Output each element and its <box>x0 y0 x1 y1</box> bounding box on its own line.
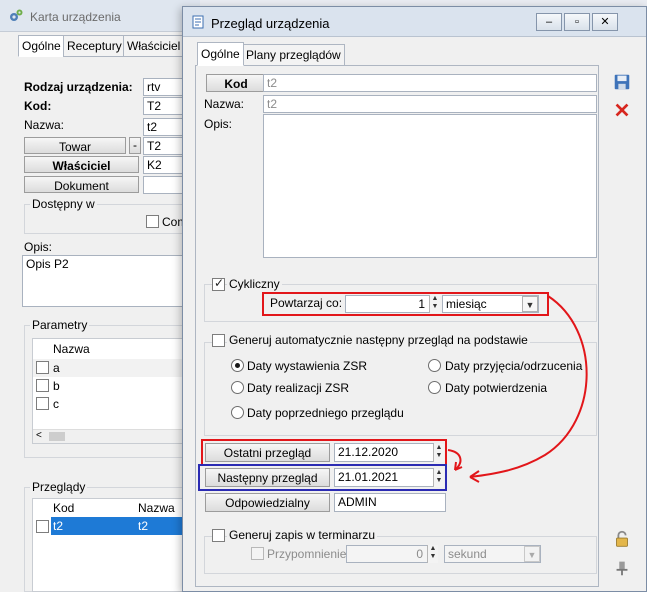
row-kod: t2 <box>53 519 64 533</box>
table-row[interactable]: b <box>33 377 199 395</box>
row-checkbox[interactable] <box>36 397 49 410</box>
cykliczny-label: Cykliczny <box>227 277 282 291</box>
background-window-title: Karta urządzenia <box>30 10 121 24</box>
dialog-title: Przegląd urządzenia <box>211 16 330 31</box>
tab-plany-przegladow[interactable]: Plany przeglądów <box>242 44 345 66</box>
gears-icon <box>10 9 23 21</box>
bg-tab-ogolne[interactable]: Ogólne <box>18 35 65 57</box>
parametry-label: Parametry <box>30 318 90 332</box>
scroll-left-icon[interactable]: < <box>36 430 42 441</box>
kod-field[interactable]: t2 <box>263 74 597 92</box>
radio-wystawienia-label: Daty wystawienia ZSR <box>247 359 368 373</box>
bg-opis-field[interactable]: Opis P2 <box>22 255 200 307</box>
terminarz-checkbox[interactable] <box>212 529 225 542</box>
dostepny-label: Dostępny w <box>30 197 97 211</box>
row-nazwa: t2 <box>138 519 149 533</box>
parametry-table: Nazwa a b c < <box>32 338 200 444</box>
nastepny-button[interactable]: Następny przegląd <box>205 468 330 487</box>
nastepny-spinner[interactable]: ▲ ▼ <box>433 469 444 487</box>
generuj-label: Generuj automatycznie następny przegląd … <box>227 333 530 347</box>
przeglady-header-kod: Kod <box>53 501 75 515</box>
przeglady-table: Kod Nazwa t2 t2 <box>32 498 200 592</box>
chevron-down-icon[interactable]: ▼ <box>524 546 540 562</box>
radio-poprzedniego-label: Daty poprzedniego przeglądu <box>247 406 404 420</box>
radio-wystawienia[interactable] <box>231 359 244 372</box>
ostatni-spinner[interactable]: ▲ ▼ <box>433 444 444 462</box>
opis-field[interactable] <box>263 114 597 258</box>
row-name: a <box>53 361 60 375</box>
chevron-down-icon[interactable]: ▼ <box>522 296 538 312</box>
nazwa-label: Nazwa: <box>24 118 65 132</box>
radio-realizacji-label: Daty realizacji ZSR <box>247 381 350 395</box>
bg-tab-receptury[interactable]: Receptury <box>63 35 126 57</box>
powtarzaj-spinner[interactable]: ▲ ▼ <box>429 295 440 313</box>
cykliczny-checkbox[interactable] <box>212 276 225 291</box>
table-row[interactable]: a <box>33 359 199 377</box>
powtarzaj-input[interactable]: 1 <box>345 295 440 313</box>
lock-icon[interactable] <box>611 528 633 550</box>
row-name: c <box>53 397 59 411</box>
generuj-checkbox[interactable] <box>212 334 225 347</box>
przypomnienie-spinner[interactable]: ▲ ▼ <box>427 545 438 563</box>
row-name: b <box>53 379 60 393</box>
close-icon[interactable]: ✕ <box>592 13 618 31</box>
odpowiedzialny-button[interactable]: Odpowiedzialny <box>205 493 330 512</box>
przeglady-header-nazwa: Nazwa <box>138 501 175 515</box>
horizontal-scrollbar[interactable]: < <box>33 429 199 443</box>
nastepny-field[interactable]: 21.01.2021 <box>334 468 434 487</box>
przypomnienie-input[interactable]: 0 <box>346 545 438 563</box>
dialog-panel: Kod t2 Nazwa: t2 Opis: Cykliczny Powtarz… <box>195 65 599 587</box>
save-icon[interactable] <box>611 71 633 93</box>
row-checkbox[interactable] <box>36 520 49 533</box>
table-row[interactable]: t2 t2 <box>33 517 199 535</box>
przeglady-label: Przeglądy <box>30 480 88 494</box>
dialog-titlebar[interactable]: Przegląd urządzenia – ▫ ✕ <box>183 7 646 37</box>
terminarz-label: Generuj zapis w terminarzu <box>227 528 378 542</box>
przypomnienie-label: Przypomnienie <box>267 547 347 561</box>
ostatni-button[interactable]: Ostatni przegląd <box>205 443 330 462</box>
parametry-header: Nazwa <box>53 342 90 356</box>
minimize-icon[interactable]: – <box>536 13 562 31</box>
kod-label: Kod: <box>24 99 52 113</box>
document-icon <box>192 15 204 29</box>
opis-label: Opis: <box>204 117 233 131</box>
background-titlebar: Karta urządzenia <box>0 0 200 32</box>
nazwa-label: Nazwa: <box>204 97 245 111</box>
bg-tab-wlasciciel[interactable]: Właściciel <box>123 35 185 57</box>
ostatni-field[interactable]: 21.12.2020 <box>334 443 434 462</box>
scroll-thumb[interactable] <box>49 432 65 441</box>
kod-button[interactable]: Kod <box>206 74 266 92</box>
bg-opis-label: Opis: <box>24 240 53 254</box>
wlasciciel-button[interactable]: Właściciel <box>24 156 139 173</box>
towar-dash-button[interactable]: - <box>129 137 141 154</box>
cancel-icon[interactable] <box>611 99 633 121</box>
powtarzaj-label: Powtarzaj co: <box>270 296 343 310</box>
table-row[interactable]: c <box>33 395 199 413</box>
radio-przyjecia[interactable] <box>428 359 441 372</box>
maximize-icon[interactable]: ▫ <box>564 13 590 31</box>
row-checkbox[interactable] <box>36 379 49 392</box>
radio-potwierdzenia[interactable] <box>428 381 441 394</box>
row-checkbox[interactable] <box>36 361 49 374</box>
radio-poprzedniego[interactable] <box>231 406 244 419</box>
odpowiedzialny-field[interactable]: ADMIN <box>334 493 446 512</box>
tab-ogolne[interactable]: Ogólne <box>197 42 244 66</box>
radio-potwierdzenia-label: Daty potwierdzenia <box>445 381 548 395</box>
przeglad-dialog: Przegląd urządzenia – ▫ ✕ Ogólne Plany p… <box>182 6 647 592</box>
radio-realizacji[interactable] <box>231 381 244 394</box>
background-window: Karta urządzenia Ogólne Receptury Właści… <box>0 0 200 592</box>
dokument-button[interactable]: Dokument <box>24 176 139 193</box>
selected-row-highlight <box>51 517 199 535</box>
rodzaj-label: Rodzaj urządzenia: <box>24 80 133 94</box>
nazwa-field[interactable]: t2 <box>263 95 597 113</box>
towar-button[interactable]: Towar <box>24 137 126 154</box>
com-checkbox[interactable] <box>146 215 159 228</box>
pin-icon[interactable] <box>611 557 633 579</box>
radio-przyjecia-label: Daty przyjęcia/odrzucenia <box>445 359 583 373</box>
przypomnienie-checkbox[interactable] <box>251 547 264 560</box>
